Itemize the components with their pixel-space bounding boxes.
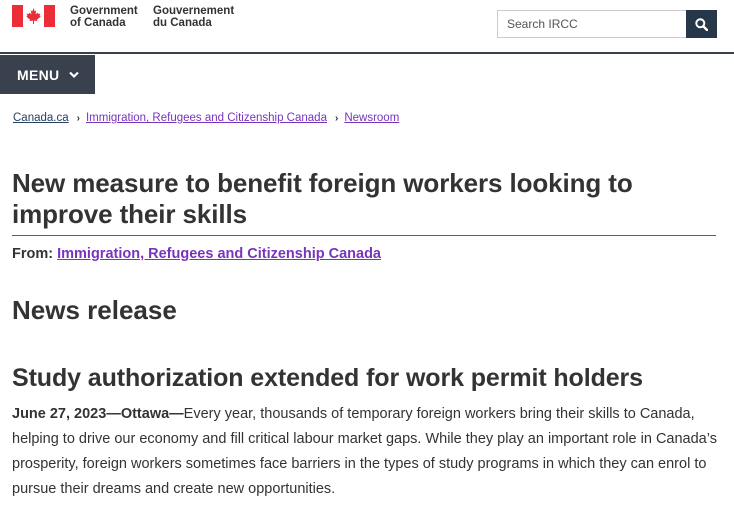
menu-label: MENU [17,66,60,83]
signature-english: Government of Canada [70,5,138,29]
breadcrumb-link-ircc[interactable]: Immigration, Refugees and Citizenship Ca… [86,112,327,124]
search-input[interactable] [497,10,687,38]
signature-french: Gouvernement du Canada [153,5,235,29]
from-label: From: [12,246,58,262]
breadcrumb: Canada.ca › Immigration, Refugees and Ci… [13,112,399,124]
dateline: June 27, 2023—Ottawa— [12,406,184,422]
breadcrumb-separator-icon: › [334,112,339,124]
from-department-link[interactable]: Immigration, Refugees and Citizenship Ca… [57,246,381,262]
canada-flag-icon [12,5,55,27]
content-type-label: News release [12,295,177,325]
breadcrumb-separator-icon: › [76,112,80,124]
search-icon [695,17,708,31]
page-title: New measure to benefit foreign workers l… [12,168,716,236]
chevron-down-icon [69,71,80,78]
breadcrumb-link-canada[interactable]: Canada.ca [13,112,69,124]
government-of-canada-logo[interactable]: Government of Canada Gouvernement du Can… [12,5,238,29]
site-header: Government of Canada Gouvernement du Can… [0,0,734,54]
news-body-paragraph: June 27, 2023—Ottawa—Every year, thousan… [12,402,724,502]
news-subtitle: Study authorization extended for work pe… [12,364,643,392]
search-button[interactable] [686,10,717,38]
menu-button[interactable]: MENU [0,55,95,94]
breadcrumb-link-newsroom[interactable]: Newsroom [344,112,399,124]
from-line: From: Immigration, Refugees and Citizens… [12,246,381,262]
